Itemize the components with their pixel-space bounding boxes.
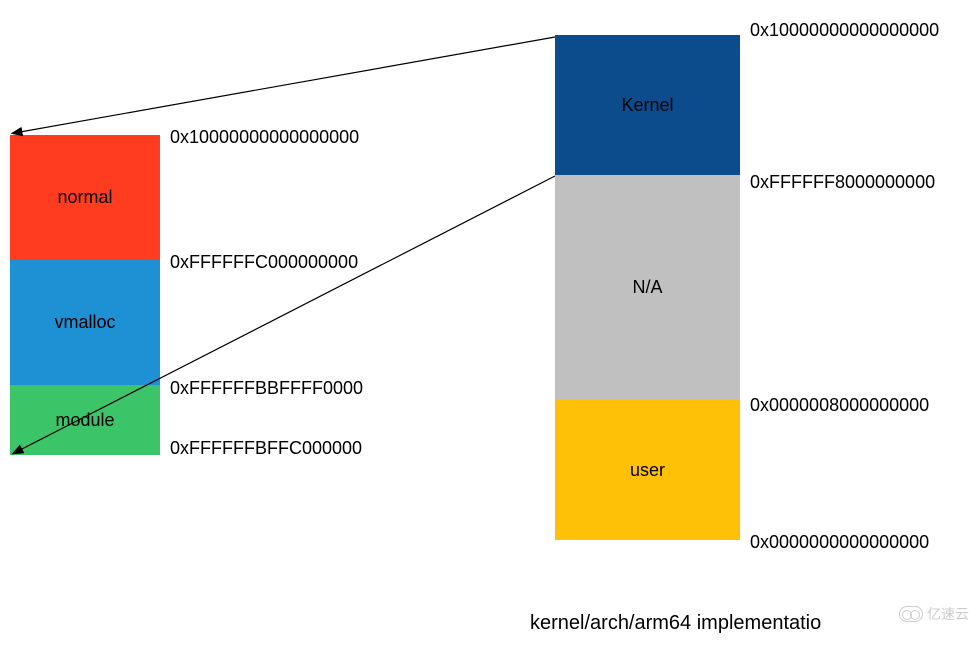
- module-label: module: [55, 410, 114, 431]
- vmalloc-block: vmalloc: [10, 260, 160, 385]
- right-addr-1: 0xFFFFFF8000000000: [750, 172, 935, 193]
- kernel-block: Kernel: [555, 35, 740, 175]
- vmalloc-label: vmalloc: [54, 312, 115, 333]
- watermark: 亿速云: [899, 604, 969, 624]
- right-addr-2: 0x0000008000000000: [750, 395, 929, 416]
- watermark-text: 亿速云: [927, 604, 969, 624]
- kernel-label: Kernel: [621, 95, 673, 116]
- user-block: user: [555, 400, 740, 540]
- watermark-icon: [899, 606, 923, 622]
- left-addr-1: 0xFFFFFFC000000000: [170, 252, 358, 273]
- normal-label: normal: [57, 187, 112, 208]
- na-block: N/A: [555, 175, 740, 400]
- left-addr-3: 0xFFFFFFBFFC000000: [170, 438, 362, 459]
- diagram-caption: kernel/arch/arm64 implementatio: [530, 612, 821, 635]
- right-addr-0: 0x10000000000000000: [750, 20, 939, 41]
- user-label: user: [630, 460, 665, 481]
- normal-block: normal: [10, 135, 160, 260]
- left-addr-0: 0x10000000000000000: [170, 127, 359, 148]
- arrow-top: [20, 37, 555, 132]
- na-label: N/A: [632, 277, 662, 298]
- module-block: module: [10, 385, 160, 455]
- right-addr-3: 0x0000000000000000: [750, 532, 929, 553]
- left-addr-2: 0xFFFFFFBBFFFF0000: [170, 378, 363, 399]
